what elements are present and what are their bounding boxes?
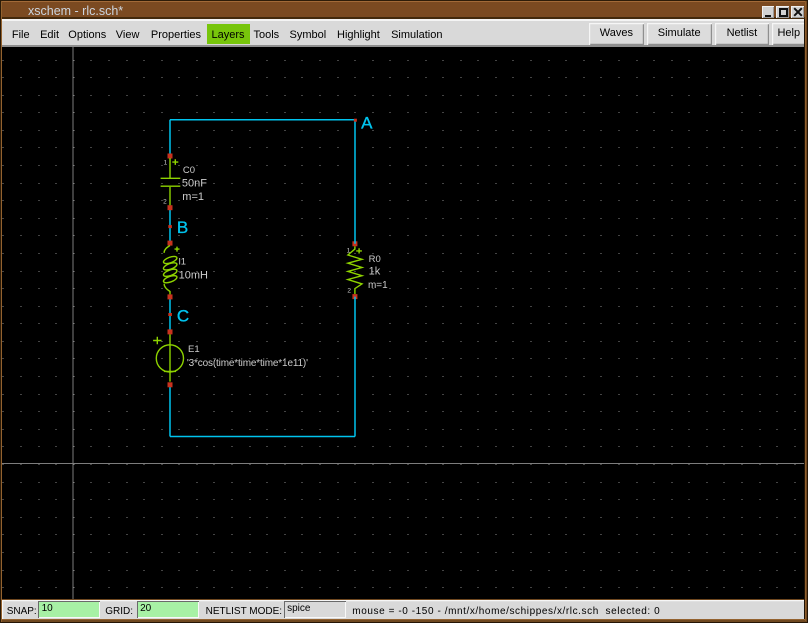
- svg-text:C0: C0: [183, 165, 195, 176]
- svg-text:A: A: [361, 113, 373, 132]
- svg-text:C: C: [177, 306, 189, 325]
- svg-text:l1: l1: [179, 256, 186, 267]
- svg-text:B: B: [177, 218, 188, 237]
- svg-text:E1: E1: [188, 344, 200, 355]
- svg-text:1: 1: [164, 159, 168, 166]
- svg-text:m=1: m=1: [183, 191, 205, 203]
- svg-text:1: 1: [347, 247, 351, 254]
- svg-text:'3*cos(time*time*time*1e11)': '3*cos(time*time*time*1e11)': [187, 358, 308, 369]
- svg-text:10mH: 10mH: [179, 269, 208, 281]
- svg-text:2: 2: [348, 287, 352, 294]
- svg-text:1k: 1k: [369, 266, 381, 278]
- svg-text:R0: R0: [369, 254, 381, 265]
- svg-text:2: 2: [163, 198, 167, 205]
- svg-text:m=1: m=1: [368, 280, 388, 291]
- svg-text:50nF: 50nF: [182, 178, 207, 190]
